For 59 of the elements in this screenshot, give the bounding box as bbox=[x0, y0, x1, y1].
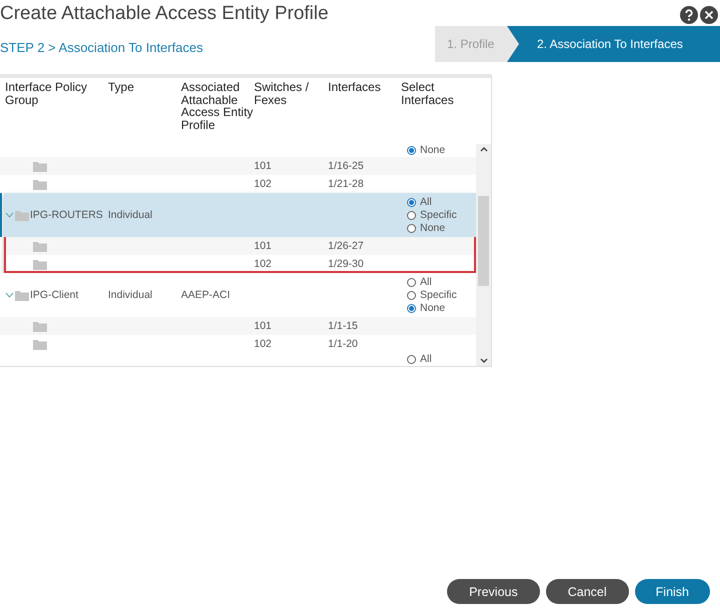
switch-cell-text: 101 bbox=[254, 320, 273, 332]
nav-button[interactable]: Cancel bbox=[546, 579, 629, 604]
scroll-up-icon[interactable] bbox=[480, 146, 488, 152]
radio-button[interactable] bbox=[407, 146, 416, 155]
type-cell-text: Individual bbox=[108, 289, 154, 301]
interfaces-cell-text: 1/16-25 bbox=[328, 160, 365, 172]
radio-button[interactable] bbox=[407, 290, 416, 300]
folder-icon bbox=[15, 290, 29, 300]
column-header: Switches / Fexes bbox=[254, 81, 310, 108]
scroll-down-icon[interactable] bbox=[480, 358, 488, 364]
interfaces-cell-text: 1/29-30 bbox=[328, 258, 365, 270]
radio-option[interactable]: All bbox=[407, 353, 471, 366]
folder-icon bbox=[33, 160, 47, 172]
scrollbar-thumb[interactable] bbox=[478, 196, 489, 286]
radio-option[interactable]: Specific bbox=[407, 208, 471, 222]
radio-option[interactable]: All bbox=[407, 196, 471, 208]
wizard-step[interactable]: 2. Association To Interfaces bbox=[507, 26, 720, 62]
type-cell-text: Individual bbox=[108, 209, 154, 221]
radio-button[interactable] bbox=[407, 304, 416, 312]
radio-button[interactable] bbox=[407, 355, 416, 364]
group-name: IPG-ROUTERS bbox=[30, 209, 103, 221]
dialog-title: Create Attachable Access Entity Profile bbox=[0, 3, 328, 25]
radio-button[interactable] bbox=[407, 210, 416, 220]
folder-icon bbox=[15, 210, 29, 220]
switch-cell-text: 102 bbox=[254, 258, 273, 270]
close-icon[interactable] bbox=[700, 6, 718, 24]
radio-button[interactable] bbox=[407, 224, 416, 232]
column-header: Associated Attachable Access Entity Profile bbox=[181, 81, 254, 134]
radio-option[interactable]: None bbox=[407, 222, 471, 234]
radio-button[interactable] bbox=[407, 198, 416, 206]
folder-icon bbox=[33, 240, 47, 252]
switch-cell-text: 102 bbox=[254, 338, 273, 350]
folder-icon bbox=[33, 258, 47, 270]
step-label: STEP 2 > Association To Interfaces bbox=[0, 40, 203, 54]
nav-button[interactable]: Previous bbox=[447, 579, 540, 604]
radio-option[interactable]: None bbox=[407, 144, 471, 157]
column-header: Interface Policy Group bbox=[5, 81, 88, 108]
help-icon[interactable] bbox=[680, 6, 698, 24]
folder-icon bbox=[33, 338, 47, 350]
folder-icon bbox=[33, 178, 47, 190]
interfaces-cell-text: 1/1-15 bbox=[328, 320, 359, 332]
radio-option[interactable]: All bbox=[407, 276, 471, 288]
switch-cell-text: 102 bbox=[254, 178, 273, 190]
interfaces-cell-text: 1/1-20 bbox=[328, 338, 359, 350]
folder-icon bbox=[33, 320, 47, 332]
chevron-icon[interactable] bbox=[5, 292, 14, 298]
interfaces-cell-text: 1/26-27 bbox=[328, 240, 365, 252]
radio-option[interactable]: Specific bbox=[407, 288, 471, 302]
switch-cell-text: 101 bbox=[254, 240, 273, 252]
switch-cell-text: 101 bbox=[254, 160, 273, 172]
finish-button[interactable]: Finish bbox=[634, 579, 710, 604]
profile-cell-text: AAEP-ACI bbox=[181, 289, 232, 301]
column-header: Select Interfaces bbox=[401, 81, 455, 108]
radio-option[interactable]: None bbox=[407, 302, 471, 314]
column-header: Interfaces bbox=[328, 81, 382, 96]
interfaces-cell-text: 1/21-28 bbox=[328, 178, 365, 190]
column-header: Type bbox=[108, 81, 136, 96]
group-name: IPG-Client bbox=[30, 289, 78, 301]
radio-button[interactable] bbox=[407, 278, 416, 286]
